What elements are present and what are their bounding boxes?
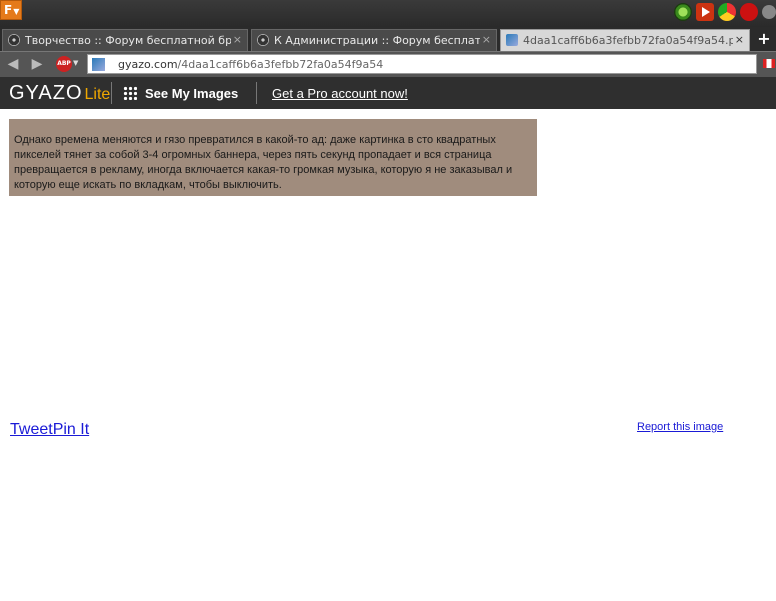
navigation-bar: ◀ ▶ ABP ▼ gyazo.com/4daa1caff6b6a3fefbb7…: [0, 51, 776, 77]
flag-icon[interactable]: [763, 59, 775, 68]
chevron-down-icon[interactable]: ▼: [73, 59, 78, 67]
tab-tvorchestvo[interactable]: Творчество :: Форум бесплатной брауз... …: [2, 29, 248, 51]
url-text[interactable]: gyazo.com/4daa1caff6b6a3fefbb72fa0a54f9a…: [118, 58, 383, 71]
gyazo-favicon-icon: [506, 34, 518, 46]
close-tab-icon[interactable]: ×: [482, 33, 491, 46]
star-badge-icon[interactable]: [740, 3, 758, 21]
site-identity-icon[interactable]: [92, 58, 105, 71]
back-arrow-icon[interactable]: ◀: [5, 56, 21, 72]
pro-account-link[interactable]: Get a Pro account now!: [272, 86, 408, 101]
close-tab-icon[interactable]: ×: [233, 33, 242, 46]
tab-title: 4daa1caff6b6a3fefbb72fa0a54f9a54.png: [523, 34, 733, 47]
gyazo-header: GYAZO Lite See My Images Get a Pro accoun…: [0, 77, 776, 109]
see-my-images-link[interactable]: See My Images: [145, 86, 238, 101]
divider: [111, 82, 112, 104]
adblock-plus-icon[interactable]: ABP: [56, 56, 72, 72]
report-image-link[interactable]: Report this image: [637, 421, 723, 433]
tab-strip: Творчество :: Форум бесплатной брауз... …: [0, 27, 776, 51]
tab-title: Творчество :: Форум бесплатной брауз...: [25, 34, 231, 47]
forum-favicon-icon: [8, 34, 20, 46]
green-globe-icon[interactable]: [674, 3, 692, 21]
chrome-icon[interactable]: [718, 3, 736, 21]
screenshot-image: Однако времена меняются и гязо превратил…: [9, 119, 537, 196]
forum-favicon-icon: [257, 34, 269, 46]
gear-icon[interactable]: [762, 5, 776, 19]
toolbar-icons: [674, 2, 776, 22]
firefox-menu-button[interactable]: F▼: [0, 0, 22, 20]
close-tab-icon[interactable]: ×: [735, 33, 744, 46]
tweet-pin-link[interactable]: TweetPin It: [10, 421, 89, 439]
forward-arrow-icon[interactable]: ▶: [29, 56, 45, 72]
address-bar[interactable]: gyazo.com/4daa1caff6b6a3fefbb72fa0a54f9a…: [87, 54, 757, 74]
window-top-bar: F▼: [0, 0, 776, 27]
divider: [256, 82, 257, 104]
tab-k-administratsii[interactable]: К Администрации :: Форум бесплатной... ×: [251, 29, 497, 51]
youtube-icon[interactable]: [696, 3, 714, 21]
image-text: Однако времена меняются и гязо превратил…: [14, 134, 513, 191]
gyazo-logo[interactable]: GYAZO Lite: [9, 82, 110, 105]
grid-icon[interactable]: [123, 86, 137, 100]
tab-title: К Администрации :: Форум бесплатной...: [274, 34, 480, 47]
new-tab-button[interactable]: +: [755, 30, 773, 48]
tab-gyazo-image[interactable]: 4daa1caff6b6a3fefbb72fa0a54f9a54.png ×: [500, 29, 750, 51]
